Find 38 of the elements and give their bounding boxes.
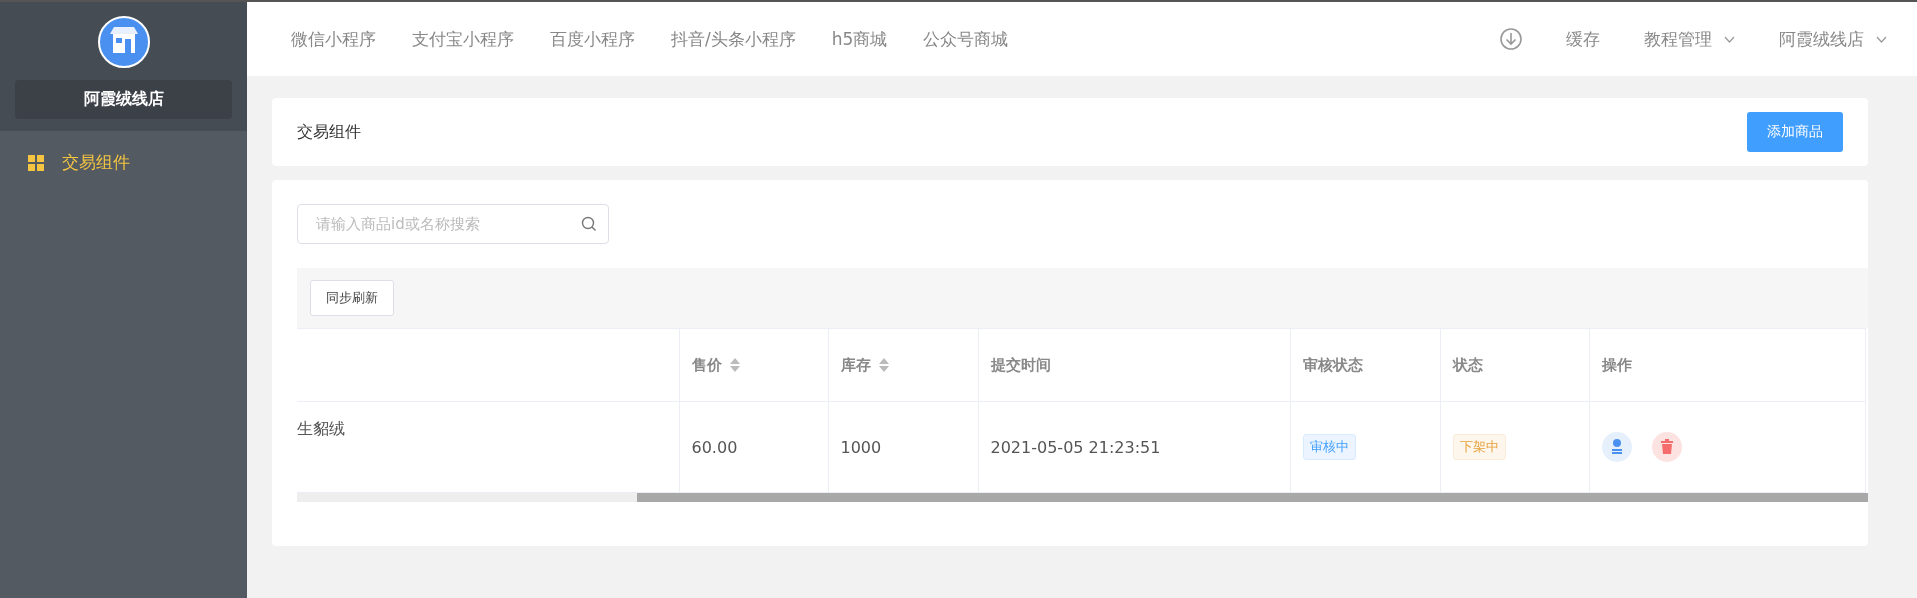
sidebar-item[interactable]: 交易组件 bbox=[0, 131, 247, 194]
nav-link[interactable]: 支付宝小程序 bbox=[412, 27, 514, 51]
cache-link[interactable]: 缓存 bbox=[1566, 27, 1600, 51]
dropdown-menu[interactable]: 阿霞绒线店 bbox=[1779, 27, 1864, 51]
chevron-down-icon bbox=[1724, 35, 1735, 43]
column-header: 提交时间 bbox=[990, 355, 1051, 375]
store-avatar-icon bbox=[97, 16, 150, 68]
table-cell: 1000 bbox=[840, 437, 882, 457]
sort-icon[interactable] bbox=[729, 358, 740, 372]
chevron-down-icon bbox=[1876, 35, 1887, 43]
horizontal-scrollbar[interactable] bbox=[297, 493, 1868, 502]
column-header: 售价 bbox=[691, 355, 722, 375]
nav-link[interactable]: 微信小程序 bbox=[291, 27, 376, 51]
column-header: 审核状态 bbox=[1302, 355, 1363, 375]
table-cell: 2021-05-05 21:23:51 bbox=[990, 437, 1161, 457]
nav-link[interactable]: 百度小程序 bbox=[550, 27, 635, 51]
shop-name: 阿霞绒线店 bbox=[15, 80, 232, 119]
status-tag: 审核中 bbox=[1302, 434, 1356, 460]
column-header: 库存 bbox=[840, 355, 871, 375]
nav-link[interactable]: 抖音/头条小程序 bbox=[671, 27, 796, 51]
sort-icon[interactable] bbox=[878, 358, 889, 372]
edit-icon[interactable] bbox=[1601, 432, 1632, 462]
dropdown-menu[interactable]: 教程管理 bbox=[1644, 27, 1712, 51]
download-icon[interactable] bbox=[1500, 28, 1522, 50]
add-product-button[interactable]: 添加商品 bbox=[1747, 112, 1843, 152]
column-header: 操作 bbox=[1601, 355, 1632, 375]
search-field[interactable]: 请输入商品id或名称搜索 bbox=[297, 204, 609, 244]
page-title: 交易组件 bbox=[297, 121, 361, 143]
grid-icon bbox=[28, 154, 44, 171]
table-cell: 60.00 bbox=[691, 437, 738, 457]
column-header: 状态 bbox=[1452, 355, 1483, 375]
trash-icon[interactable] bbox=[1651, 432, 1682, 462]
search-icon bbox=[581, 216, 597, 232]
nav-link[interactable]: 公众号商城 bbox=[923, 27, 1009, 51]
table-cell-text: 生貂绒 bbox=[297, 419, 346, 440]
nav-link[interactable]: h5商城 bbox=[831, 27, 888, 51]
status-tag: 下架中 bbox=[1452, 434, 1506, 460]
sync-refresh-button[interactable]: 同步刷新 bbox=[310, 280, 394, 316]
